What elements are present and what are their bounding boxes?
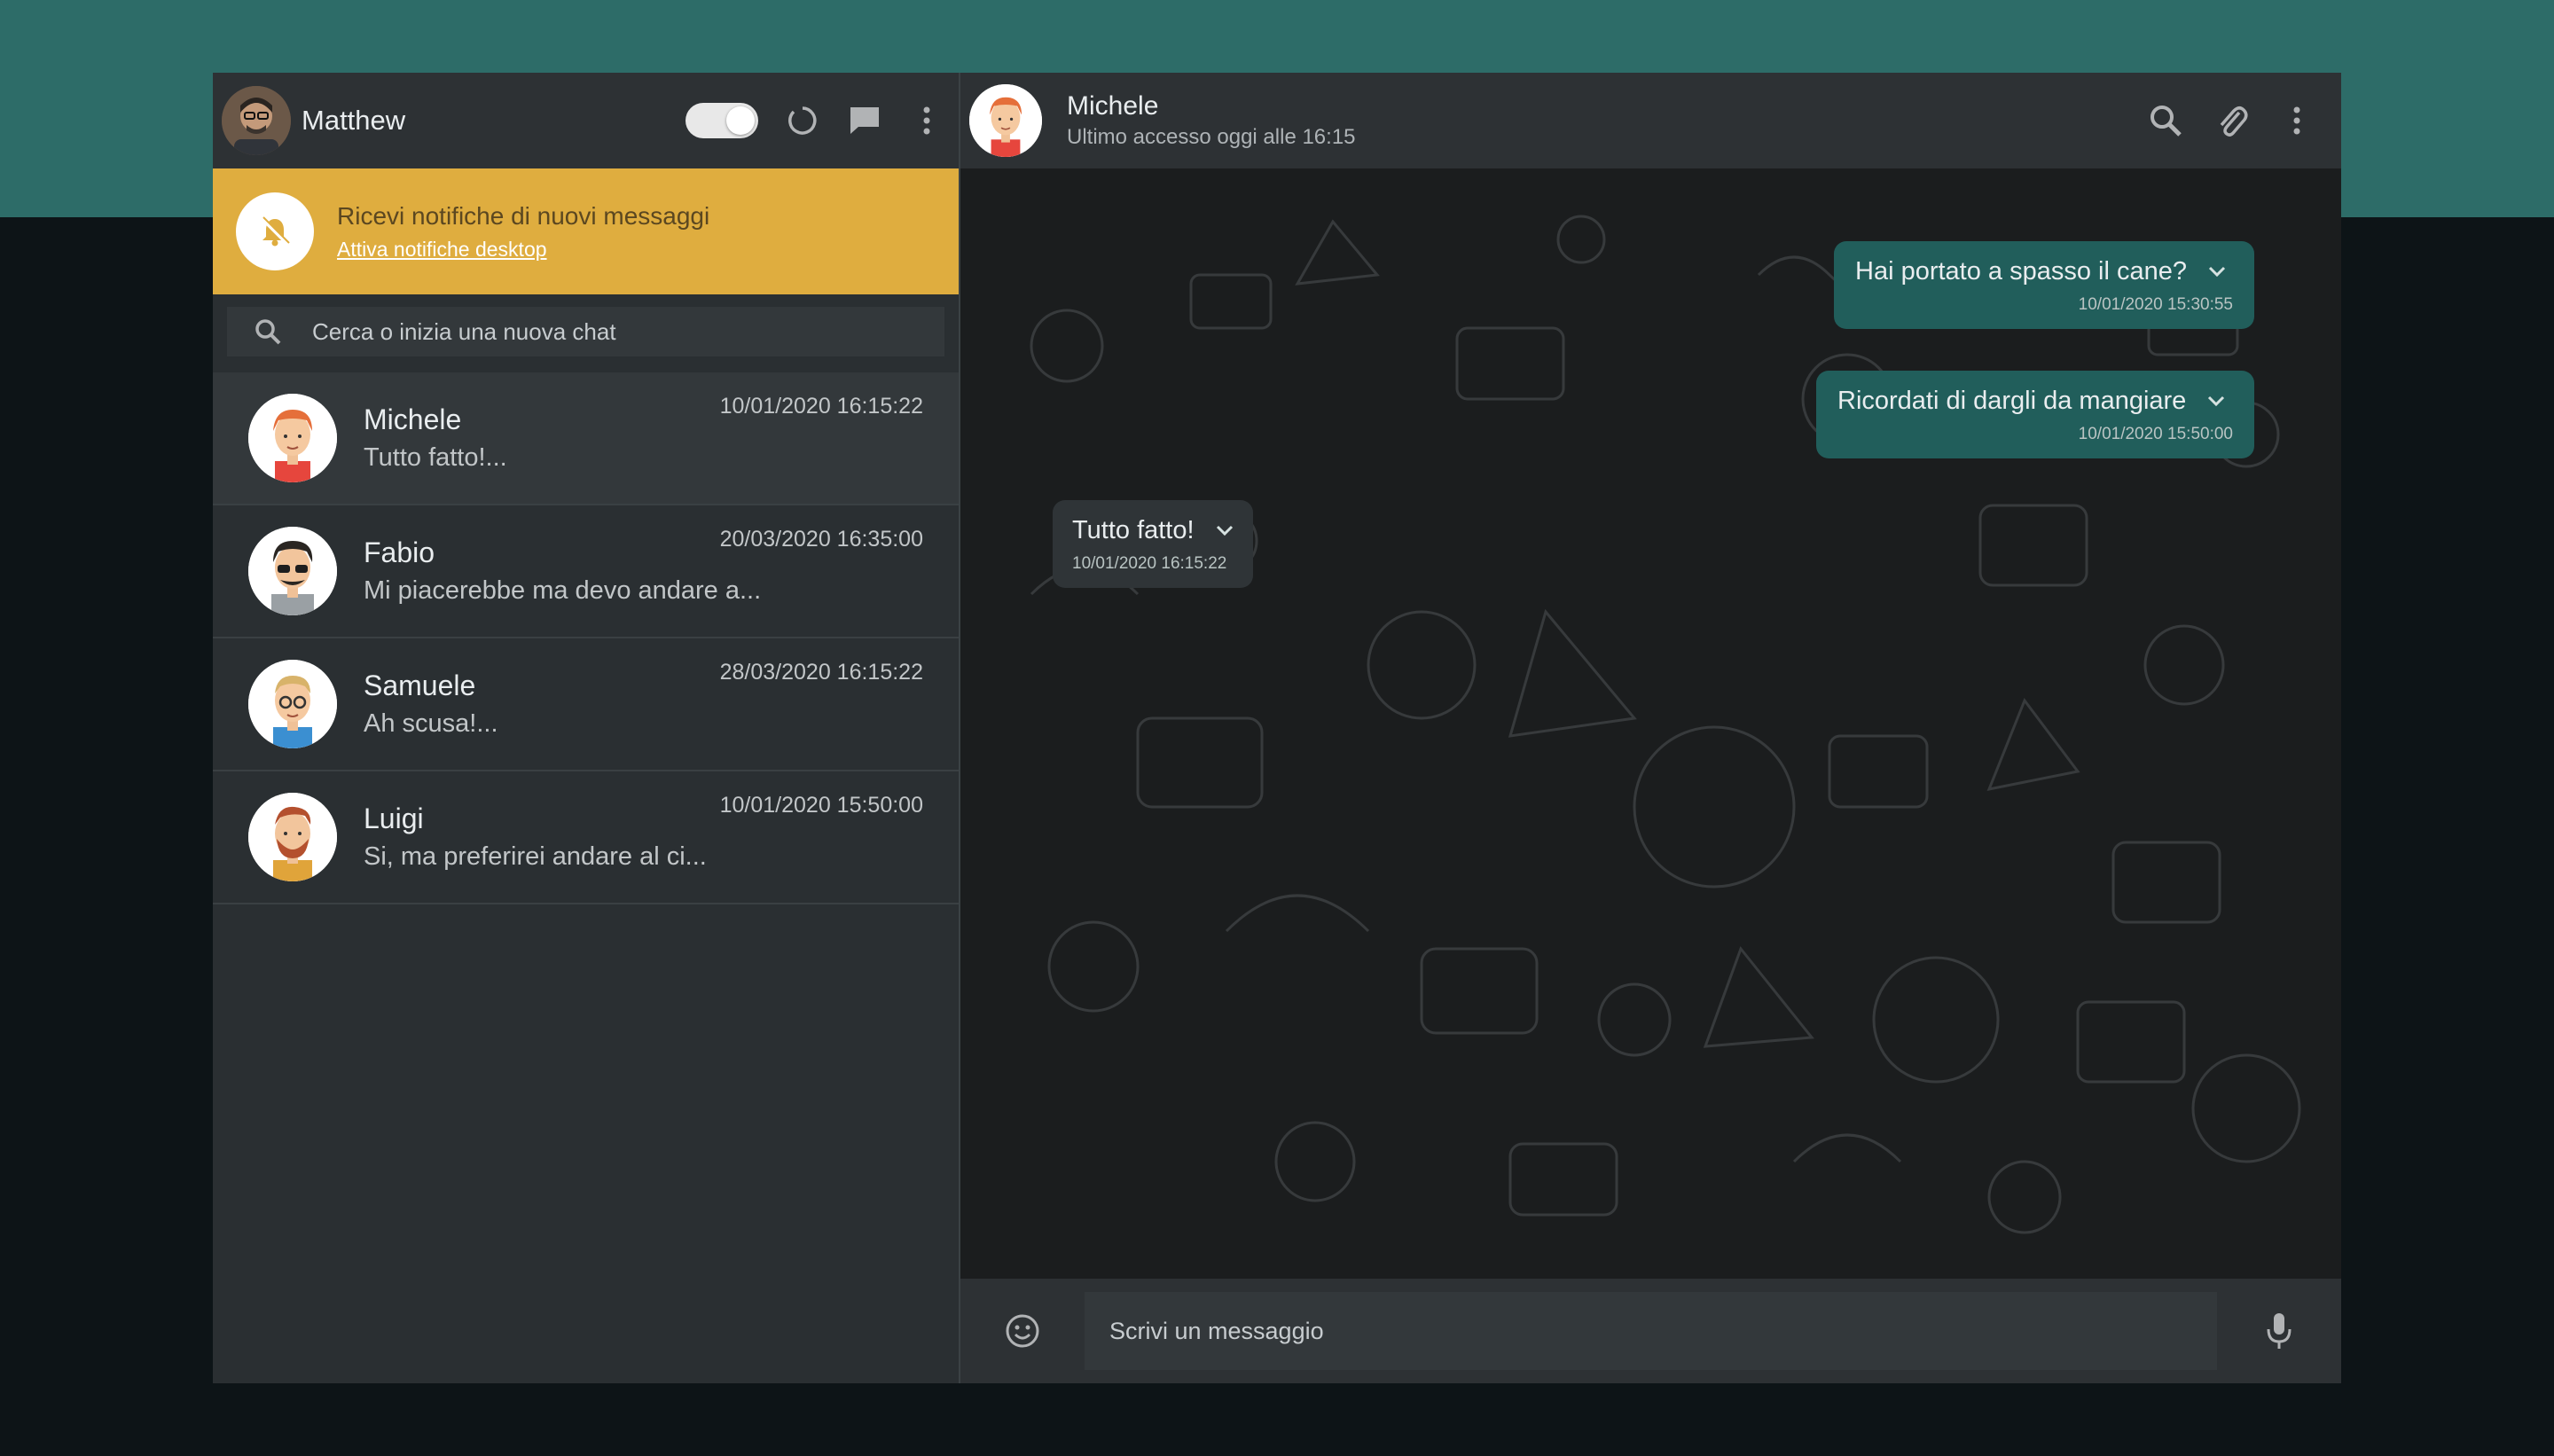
- emoji-icon[interactable]: [1005, 1313, 1040, 1349]
- menu-icon[interactable]: [909, 103, 944, 138]
- message-input[interactable]: [1085, 1292, 2217, 1370]
- chat-preview: Mi piacerebbe ma devo andare a...: [364, 576, 762, 605]
- message-text: Tutto fatto!: [1072, 516, 1195, 544]
- message-time: 10/01/2020 15:50:00: [2078, 425, 2233, 443]
- contact-avatar[interactable]: [969, 84, 1042, 157]
- notification-title: Ricevi notifiche di nuovi messaggi: [337, 201, 710, 230]
- notification-banner: Ricevi notifiche di nuovi messaggi Attiv…: [213, 168, 959, 294]
- chat-list: Michele Tutto fatto!... 10/01/2020 16:15…: [213, 372, 959, 904]
- sidebar: Matthew Ricevi notifiche di nuovi messag…: [213, 73, 960, 1383]
- chat-item-fabio[interactable]: Fabio Mi piacerebbe ma devo andare a... …: [213, 505, 959, 638]
- conversation-panel: Michele Ultimo accesso oggi alle 16:15 H…: [960, 73, 2341, 1383]
- message-text: Hai portato a spasso il cane?: [1855, 257, 2187, 286]
- search-icon: [255, 319, 281, 345]
- bell-off-icon: [236, 192, 314, 270]
- avatar: [248, 793, 337, 881]
- chat-item-luigi[interactable]: Luigi Si, ma preferirei andare al ci... …: [213, 771, 959, 904]
- message-time: 10/01/2020 16:15:22: [1072, 554, 1227, 573]
- enable-notifications-link[interactable]: Attiva notifiche desktop: [337, 238, 709, 262]
- contact-status: Ultimo accesso oggi alle 16:15: [1067, 125, 1356, 149]
- my-name: Matthew: [302, 105, 406, 136]
- chat-time: 10/01/2020 15:50:00: [719, 793, 923, 818]
- chat-preview: Tutto fatto!...: [364, 443, 507, 472]
- chevron-down-icon[interactable]: [2207, 395, 2225, 408]
- chevron-down-icon[interactable]: [1216, 525, 1234, 537]
- microphone-icon[interactable]: [2261, 1313, 2297, 1349]
- chat-preview: Ah scusa!...: [364, 709, 498, 738]
- theme-toggle[interactable]: [686, 103, 758, 138]
- status-icon[interactable]: [785, 103, 820, 138]
- message-bubble-outgoing[interactable]: Hai portato a spasso il cane? 10/01/2020…: [1834, 241, 2254, 329]
- message-area: Hai portato a spasso il cane? 10/01/2020…: [960, 168, 2341, 1279]
- message-text: Ricordati di dargli da mangiare: [1837, 387, 2187, 415]
- my-avatar[interactable]: [222, 86, 291, 155]
- sidebar-header: Matthew: [213, 73, 959, 168]
- avatar: [248, 660, 337, 748]
- new-chat-icon[interactable]: [847, 103, 882, 138]
- chat-time: 10/01/2020 16:15:22: [719, 394, 923, 419]
- chevron-down-icon[interactable]: [2208, 266, 2226, 278]
- contact-name: Michele: [1067, 91, 1159, 121]
- avatar: [248, 527, 337, 615]
- chat-app: Matthew Ricevi notifiche di nuovi messag…: [213, 73, 2341, 1383]
- chat-time: 20/03/2020 16:35:00: [719, 527, 923, 552]
- chat-preview: Si, ma preferirei andare al ci...: [364, 842, 707, 871]
- message-bubble-outgoing[interactable]: Ricordati di dargli da mangiare 10/01/20…: [1816, 371, 2254, 458]
- chat-item-michele[interactable]: Michele Tutto fatto!... 10/01/2020 16:15…: [213, 372, 959, 505]
- message-time: 10/01/2020 15:30:55: [2078, 295, 2233, 314]
- chat-time: 28/03/2020 16:15:22: [719, 660, 923, 685]
- attach-icon[interactable]: [2213, 103, 2249, 138]
- doodle-wallpaper: [1030, 215, 2301, 1234]
- chat-item-samuele[interactable]: Samuele Ah scusa!... 28/03/2020 16:15:22: [213, 638, 959, 771]
- search-icon[interactable]: [2148, 103, 2183, 138]
- composer-bar: [960, 1279, 2341, 1383]
- avatar: [248, 394, 337, 482]
- search-placeholder: Cerca o inizia una nuova chat: [312, 317, 616, 345]
- search-bar: Cerca o inizia una nuova chat: [213, 294, 959, 372]
- message-bubble-incoming[interactable]: Tutto fatto! 10/01/2020 16:15:22: [1053, 500, 1253, 588]
- conversation-header: Michele Ultimo accesso oggi alle 16:15: [960, 73, 2341, 168]
- menu-icon[interactable]: [2279, 103, 2315, 138]
- search-input[interactable]: Cerca o inizia una nuova chat: [227, 307, 944, 356]
